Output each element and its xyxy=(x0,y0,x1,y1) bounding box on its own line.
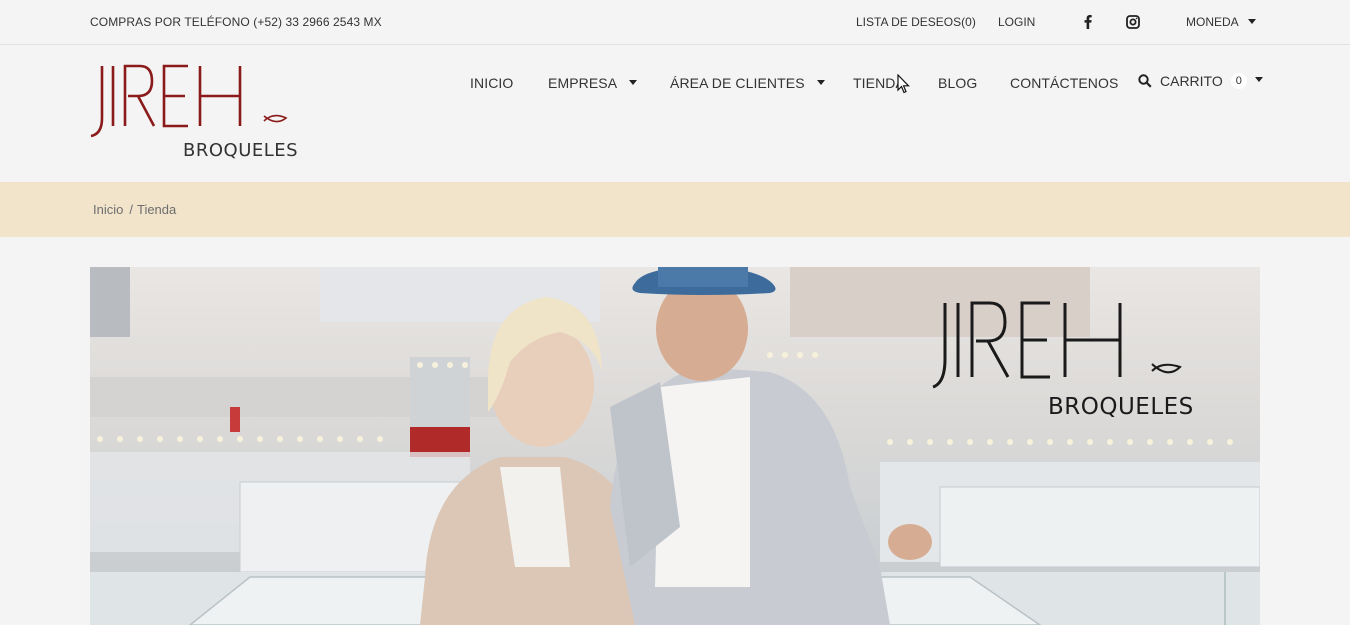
chevron-down-icon xyxy=(629,80,638,86)
facebook-icon[interactable] xyxy=(1078,12,1098,32)
currency-label: MONEDA xyxy=(1186,15,1239,29)
breadcrumb: Inicio / Tienda xyxy=(0,182,1350,237)
chevron-down-icon xyxy=(1247,18,1256,24)
nav-inicio[interactable]: INICIO xyxy=(470,75,513,91)
breadcrumb-home[interactable]: Inicio xyxy=(93,202,123,217)
currency-dropdown[interactable]: MONEDA xyxy=(1186,15,1256,29)
cart-area: CARRITO 0 xyxy=(1138,73,1263,89)
hero-image: BROQUELES xyxy=(90,267,1260,625)
nav-area-clientes[interactable]: ÁREA DE CLIENTES xyxy=(670,75,825,91)
phone-contact: COMPRAS POR TELÉFONO (+52) 33 2966 2543 … xyxy=(90,15,382,29)
search-icon[interactable] xyxy=(1138,74,1152,88)
nav-empresa[interactable]: EMPRESA xyxy=(548,75,638,91)
cart-button[interactable]: CARRITO xyxy=(1160,73,1223,89)
hero-logo-subtitle: BROQUELES xyxy=(1048,394,1194,420)
nav-contactenos[interactable]: CONTÁCTENOS xyxy=(1010,75,1118,91)
hero-banner: BROQUELES xyxy=(90,267,1260,625)
site-header: BROQUELES INICIO EMPRESA ÁREA DE CLIENTE… xyxy=(0,46,1350,182)
site-logo[interactable]: BROQUELES xyxy=(88,64,298,164)
nav-area-label: ÁREA DE CLIENTES xyxy=(670,75,805,91)
breadcrumb-current: Tienda xyxy=(136,202,177,217)
chevron-down-icon[interactable] xyxy=(1254,77,1263,82)
instagram-icon[interactable] xyxy=(1123,12,1143,32)
logo-subtitle: BROQUELES xyxy=(183,140,298,161)
top-utility-bar: COMPRAS POR TELÉFONO (+52) 33 2966 2543 … xyxy=(0,0,1350,45)
chevron-down-icon xyxy=(816,80,825,86)
wishlist-link[interactable]: LISTA DE DESEOS(0) xyxy=(856,15,976,29)
mouse-cursor-icon xyxy=(897,74,910,94)
breadcrumb-separator: / xyxy=(129,202,133,217)
nav-empresa-label: EMPRESA xyxy=(548,75,618,91)
nav-blog[interactable]: BLOG xyxy=(938,75,977,91)
login-link[interactable]: LOGIN xyxy=(998,15,1035,29)
cart-count-badge: 0 xyxy=(1230,73,1247,89)
